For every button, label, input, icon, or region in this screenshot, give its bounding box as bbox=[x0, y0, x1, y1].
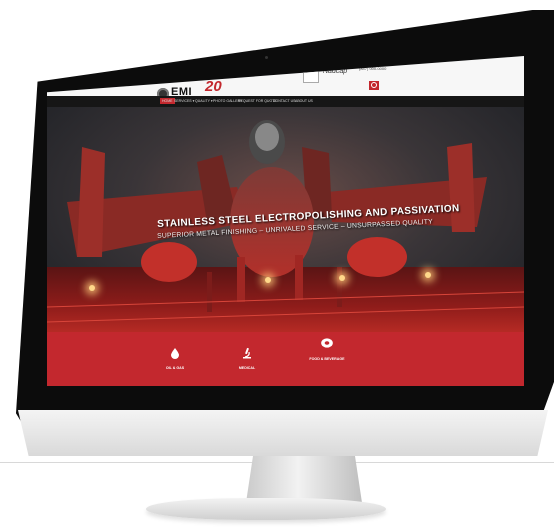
industry-label: OIL & GAS bbox=[165, 366, 185, 370]
website-screen: EMI ELECTRO-MATIC 20 Nadcap CALL US TODA… bbox=[47, 56, 524, 386]
deck-light-icon bbox=[339, 275, 345, 281]
oil-drop-icon bbox=[171, 348, 179, 359]
monitor-chin bbox=[18, 410, 548, 456]
nav-request-quote[interactable]: REQUEST FOR QUOTE bbox=[238, 99, 277, 103]
industry-label: FOOD & BEVERAGE bbox=[309, 357, 345, 361]
search-button[interactable] bbox=[369, 81, 379, 90]
nav-services[interactable]: SERVICES ▾ bbox=[174, 99, 194, 103]
main-nav: HOME SERVICES ▾ QUALITY ▾ PHOTO GALLERY … bbox=[47, 96, 524, 107]
hero-banner: STAINLESS STEEL ELECTROPOLISHING AND PAS… bbox=[47, 107, 524, 332]
monitor: EMI ELECTRO-MATIC 20 Nadcap CALL US TODA… bbox=[0, 0, 554, 470]
nav-about-us[interactable]: ABOUT US bbox=[295, 99, 313, 103]
industry-oil-gas[interactable]: OIL & GAS bbox=[155, 346, 195, 370]
industry-food-beverage[interactable]: FOOD & BEVERAGE bbox=[299, 336, 355, 361]
nav-contact-us[interactable]: CONTACT US bbox=[273, 99, 295, 103]
deck-light-icon bbox=[425, 272, 431, 278]
nav-home[interactable]: HOME bbox=[160, 98, 175, 104]
webcam-icon bbox=[265, 56, 268, 59]
nav-quality[interactable]: QUALITY ▾ bbox=[195, 99, 213, 103]
food-icon bbox=[321, 338, 333, 348]
deck-light-icon bbox=[265, 277, 271, 283]
industry-label: MEDICAL bbox=[238, 366, 256, 370]
microscope-icon bbox=[243, 347, 251, 359]
monitor-stand-base bbox=[146, 498, 386, 520]
industry-medical[interactable]: MEDICAL bbox=[227, 346, 267, 370]
deck-light-icon bbox=[89, 285, 95, 291]
anniversary-badge: 20 bbox=[205, 78, 222, 95]
industries-bar: OIL & GAS MEDICAL FOOD & BEVERAGE bbox=[47, 332, 524, 386]
